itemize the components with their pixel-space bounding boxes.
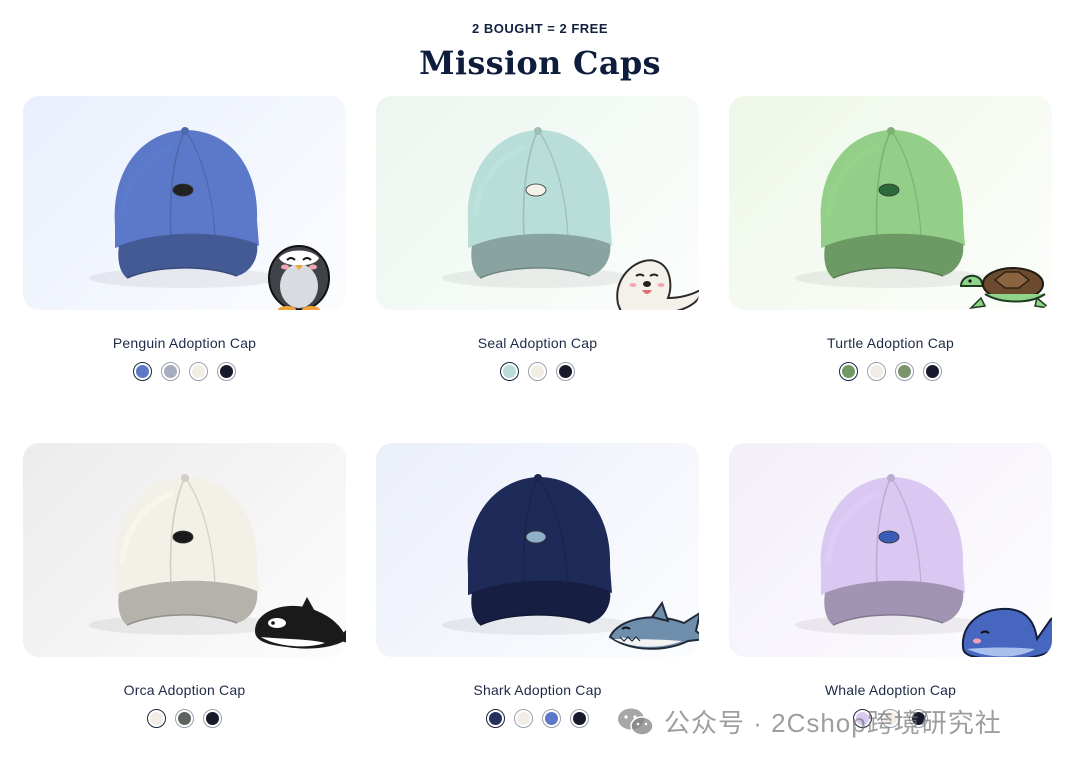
swatch-color-dot	[573, 712, 586, 725]
color-swatch[interactable]	[161, 362, 180, 381]
product-card[interactable]: Seal Adoption Cap	[376, 96, 699, 381]
penguin-icon	[268, 245, 330, 310]
color-swatch[interactable]	[570, 709, 589, 728]
whale-icon	[961, 607, 1052, 657]
product-image[interactable]	[376, 96, 699, 310]
seal-icon	[616, 259, 699, 310]
embroidered-motif	[172, 183, 194, 197]
section-title: Mission Caps	[419, 44, 661, 82]
embroidered-motif	[878, 530, 900, 544]
product-name[interactable]: Whale Adoption Cap	[729, 682, 1052, 698]
product-name[interactable]: Seal Adoption Cap	[376, 335, 699, 351]
product-image[interactable]	[23, 443, 346, 657]
color-swatch[interactable]	[486, 709, 505, 728]
swatch-color-dot	[192, 365, 205, 378]
swatch-color-dot	[842, 365, 855, 378]
swatch-color-dot	[220, 365, 233, 378]
cap-illustration	[442, 127, 699, 310]
color-swatches	[23, 709, 346, 728]
embroidered-motif	[525, 530, 547, 544]
product-name[interactable]: Shark Adoption Cap	[376, 682, 699, 698]
swatch-color-dot	[517, 712, 530, 725]
cap-illustration	[795, 127, 1052, 310]
swatch-color-dot	[503, 365, 516, 378]
color-swatch[interactable]	[189, 362, 208, 381]
color-swatch[interactable]	[217, 362, 236, 381]
color-swatches	[376, 362, 699, 381]
cap-illustration	[89, 127, 330, 310]
product-image[interactable]	[729, 443, 1052, 657]
shark-icon	[608, 600, 699, 650]
color-swatch[interactable]	[147, 709, 166, 728]
cap-illustration	[89, 474, 346, 649]
embroidered-motif	[172, 530, 194, 544]
orca-icon	[255, 597, 346, 649]
color-swatches	[729, 362, 1052, 381]
wechat-logo-icon	[618, 708, 654, 736]
cap-illustration	[795, 474, 1052, 657]
swatch-color-dot	[870, 365, 883, 378]
color-swatch[interactable]	[867, 362, 886, 381]
product-card[interactable]: Orca Adoption Cap	[23, 443, 346, 728]
color-swatch[interactable]	[556, 362, 575, 381]
color-swatch[interactable]	[500, 362, 519, 381]
color-swatch[interactable]	[923, 362, 942, 381]
product-card[interactable]: Shark Adoption Cap	[376, 443, 699, 728]
color-swatch[interactable]	[175, 709, 194, 728]
swatch-color-dot	[531, 365, 544, 378]
product-name[interactable]: Orca Adoption Cap	[23, 682, 346, 698]
swatch-color-dot	[559, 365, 572, 378]
swatch-color-dot	[136, 365, 149, 378]
swatch-color-dot	[178, 712, 191, 725]
color-swatch[interactable]	[133, 362, 152, 381]
color-swatch[interactable]	[895, 362, 914, 381]
swatch-color-dot	[926, 365, 939, 378]
color-swatch[interactable]	[839, 362, 858, 381]
embroidered-motif	[525, 183, 547, 197]
color-swatch[interactable]	[514, 709, 533, 728]
product-card[interactable]: Turtle Adoption Cap	[729, 96, 1052, 381]
product-image[interactable]	[376, 443, 699, 657]
swatch-color-dot	[150, 712, 163, 725]
product-image[interactable]	[23, 96, 346, 310]
swatch-color-dot	[489, 712, 502, 725]
product-name[interactable]: Penguin Adoption Cap	[23, 335, 346, 351]
product-card[interactable]: Penguin Adoption Cap	[23, 96, 346, 381]
swatch-color-dot	[164, 365, 177, 378]
swatch-color-dot	[206, 712, 219, 725]
product-image[interactable]	[729, 96, 1052, 310]
color-swatch[interactable]	[528, 362, 547, 381]
embroidered-motif	[878, 183, 900, 197]
promo-banner: 2 BOUGHT = 2 FREE	[472, 21, 608, 36]
swatch-color-dot	[898, 365, 911, 378]
watermark: 公众号 · 2Cshop跨境研究社	[616, 703, 1002, 740]
swatch-color-dot	[545, 712, 558, 725]
product-card[interactable]: Whale Adoption Cap	[729, 443, 1052, 728]
cap-illustration	[442, 474, 699, 650]
product-name[interactable]: Turtle Adoption Cap	[729, 335, 1052, 351]
color-swatch[interactable]	[542, 709, 561, 728]
color-swatches	[23, 362, 346, 381]
watermark-text: 公众号 · 2Cshop跨境研究社	[664, 708, 1002, 738]
color-swatch[interactable]	[203, 709, 222, 728]
